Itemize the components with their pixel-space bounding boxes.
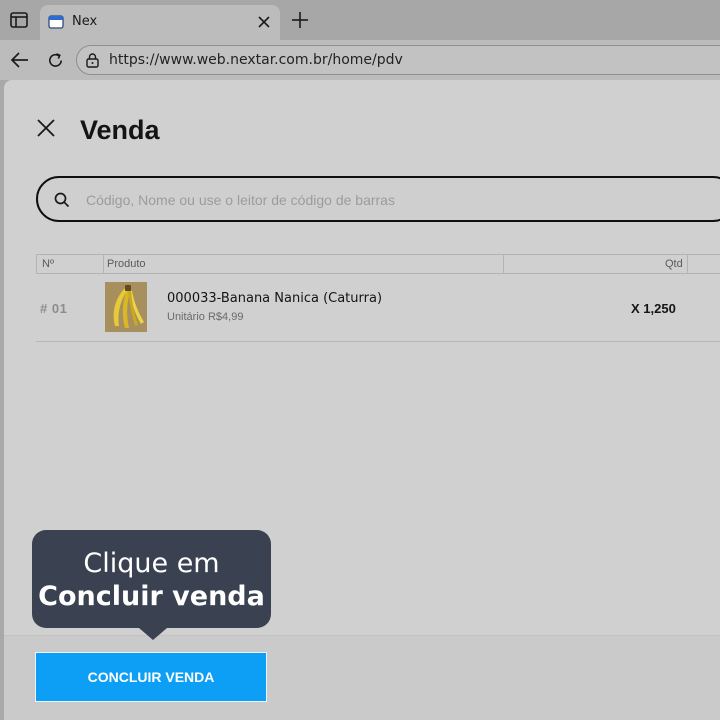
product-image [105,282,147,332]
sidebar-toggle-icon[interactable] [8,9,30,31]
url-field[interactable]: https://www.web.nextar.com.br/home/pdv [76,45,720,75]
product-unit-price: Unitário R$4,99 [167,311,244,323]
table-row[interactable]: # 01 000033-Banana Nanica (Caturra) Unit… [36,274,720,342]
search-icon [54,192,70,208]
search-input[interactable] [86,188,706,212]
page-title: Venda [80,115,160,145]
tooltip-arrow [139,628,167,640]
reload-icon[interactable] [46,51,65,70]
site-favicon [48,15,64,29]
column-divider [687,255,688,273]
column-header-product: Produto [107,258,146,270]
item-number: # 01 [40,301,68,316]
conclude-sale-button[interactable]: CONCLUIR VENDA [35,652,267,702]
product-quantity: X 1,250 [631,301,676,316]
close-icon[interactable] [256,14,272,30]
url-text: https://www.web.nextar.com.br/home/pdv [109,52,403,68]
column-divider [503,255,504,273]
column-header-qty: Qtd [665,258,683,270]
close-icon[interactable] [36,118,56,138]
product-search-box[interactable] [36,176,720,222]
table-header: Nº Produto Qtd [36,254,720,274]
tooltip-text-bold: Concluir venda [38,581,265,612]
product-name: 000033-Banana Nanica (Caturra) [167,291,383,306]
sale-footer: CONCLUIR VENDA [4,635,720,720]
browser-tab[interactable]: Nex [40,5,280,40]
arrow-left-icon[interactable] [10,51,30,69]
tab-title: Nex [72,14,98,29]
sale-items-table: Nº Produto Qtd # 01 000033-Banana Nanica… [36,254,720,342]
lock-icon[interactable] [85,52,100,68]
browser-tab-bar: Nex [0,0,720,40]
browser-address-bar: https://www.web.nextar.com.br/home/pdv [0,40,720,80]
column-header-number: Nº [42,258,54,270]
tooltip-text: Clique em [83,548,220,579]
column-divider [103,255,104,273]
plus-icon[interactable] [290,10,310,30]
hint-tooltip: Clique em Concluir venda [32,530,271,640]
